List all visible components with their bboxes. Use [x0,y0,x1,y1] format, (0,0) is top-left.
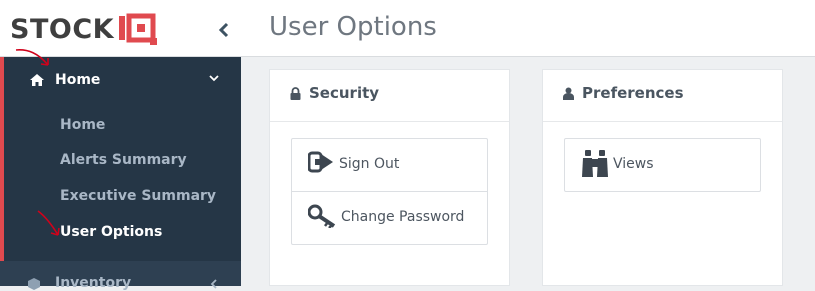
home-icon [30,74,44,86]
key-icon [308,204,336,228]
sidebar-item-executive-summary[interactable]: Executive Summary [60,188,216,204]
security-panel-header: Security [270,70,509,122]
sidebar-collapse-button[interactable] [213,19,235,41]
sidebar-group-label: Home [55,72,101,88]
security-actions: Sign Out Change Password [291,138,488,245]
security-panel-title: Security [309,84,380,102]
lock-icon [290,87,301,100]
brand-name: STOCK [10,13,115,45]
top-bar: STOCK User Options [0,0,815,57]
preferences-panel-title: Preferences [582,84,684,102]
chevron-left-small-icon [210,279,217,289]
change-password-button[interactable]: Change Password [292,191,487,244]
sidebar-group-header-home[interactable]: Home [4,57,241,105]
views-label: Views [613,156,654,172]
sidebar-item-alerts-summary[interactable]: Alerts Summary [60,152,187,168]
sign-out-label: Sign Out [339,156,400,172]
binoculars-icon [582,150,608,177]
views-button[interactable]: Views [565,139,760,191]
sidebar-item-home[interactable]: Home [60,117,105,133]
sign-out-icon [308,151,333,173]
brand-logo[interactable]: STOCK [10,12,159,46]
chevron-left-icon [218,22,229,38]
sidebar: Home Home Alerts Summary Executive Summa… [0,57,241,291]
sidebar-group-label-inventory: Inventory [55,275,132,291]
user-icon [563,87,574,100]
sidebar-group-home: Home Home Alerts Summary Executive Summa… [0,57,241,261]
page-title: User Options [269,12,437,42]
preferences-actions: Views [564,138,761,192]
preferences-panel-header: Preferences [543,70,782,122]
sign-out-button[interactable]: Sign Out [292,139,487,191]
sidebar-item-user-options[interactable]: User Options [60,224,162,240]
preferences-panel: Preferences Views [542,69,783,286]
sidebar-group-header-inventory[interactable]: Inventory [0,261,241,291]
cube-icon [28,278,40,290]
change-password-label: Change Password [341,209,465,225]
chevron-down-icon [209,75,219,82]
brand-mark-icon [119,13,158,45]
security-panel: Security Sign Out Change Password [269,69,510,286]
